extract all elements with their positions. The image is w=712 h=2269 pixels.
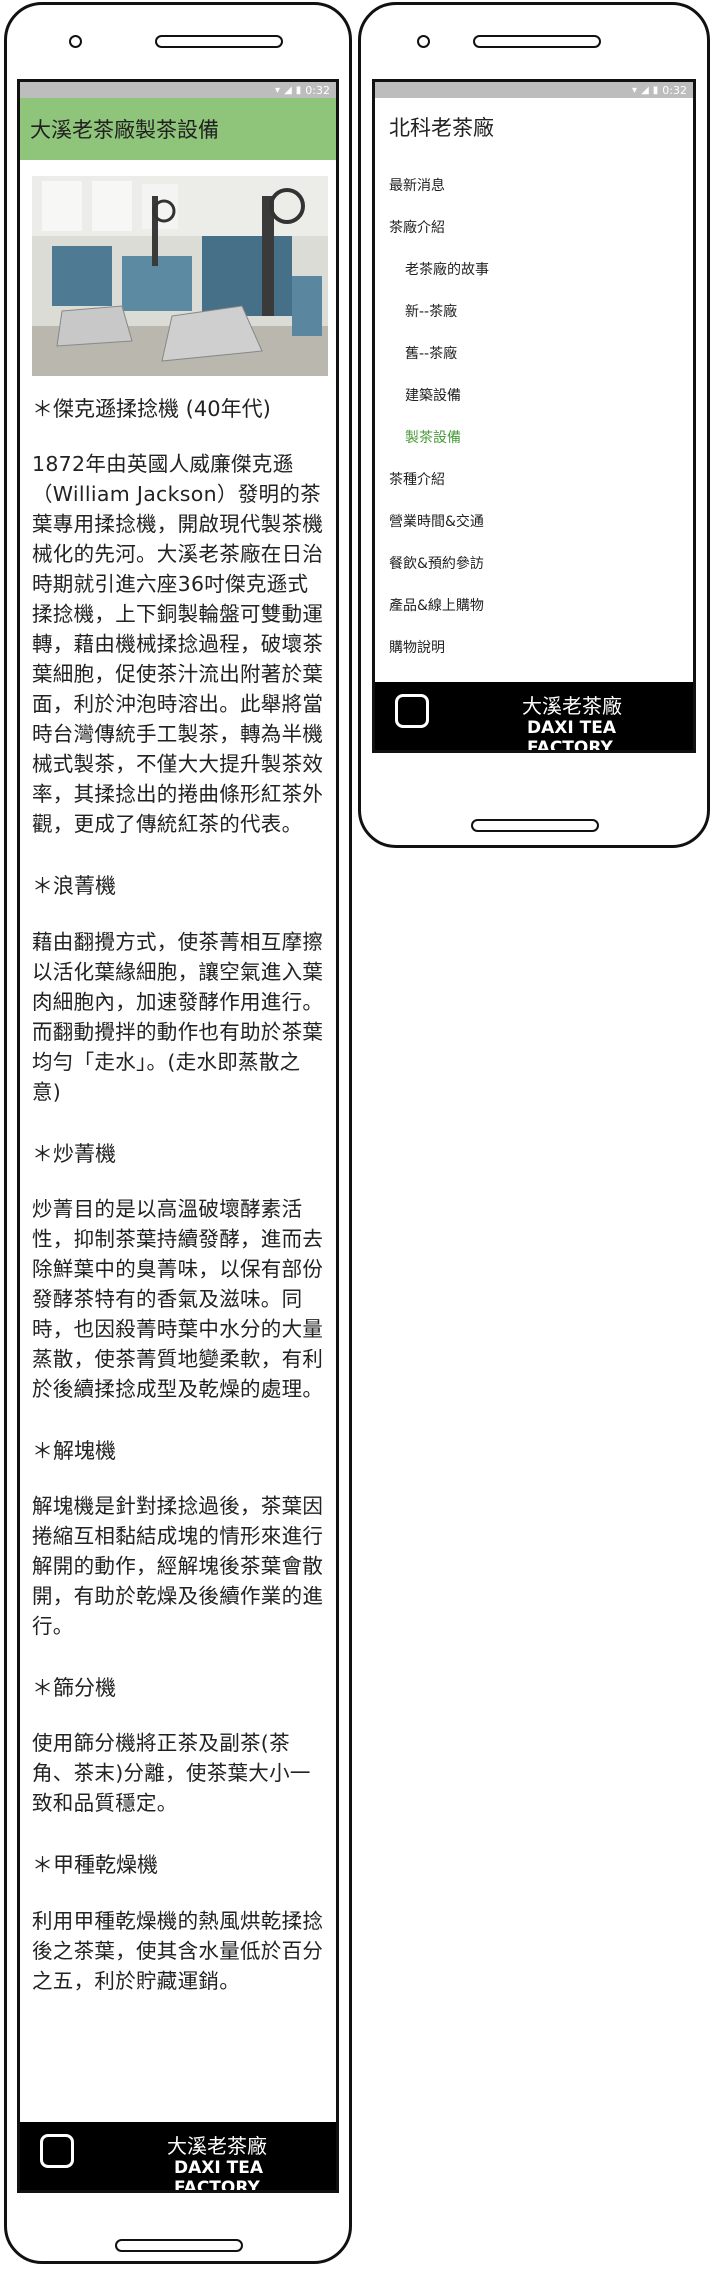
status-time: 0:32 xyxy=(662,83,687,97)
footer-subtitle: DAXI TEA FACTORY xyxy=(527,718,616,753)
section-sieving-machine: ＊篩分機 使用篩分機將正茶及副茶(茶角、茶末)分離，使茶葉大小一致和品質穩定。 xyxy=(32,1675,324,1818)
footer-bar: 大溪老茶廠 DAXI TEA FACTORY xyxy=(375,682,693,750)
nav-item-tea-equipment[interactable]: 製茶設備 xyxy=(389,416,679,458)
battery-icon: ▮ xyxy=(652,84,659,96)
camera-icon xyxy=(69,35,82,48)
nav-item-building-facilities[interactable]: 建築設備 xyxy=(389,374,679,416)
section-title: ＊甲種乾燥機 xyxy=(32,1853,158,1878)
home-indicator xyxy=(115,2239,243,2252)
section-body: 使用篩分機將正茶及副茶(茶角、茶末)分離，使茶葉大小一致和品質穩定。 xyxy=(32,1731,311,1816)
section-title: ＊炒菁機 xyxy=(32,1141,116,1166)
camera-icon xyxy=(417,35,430,48)
nav-item-new-factory[interactable]: 新--茶廠 xyxy=(389,290,679,332)
section-body: 解塊機是針對揉捻過後，茶葉因捲縮互相黏結成塊的情形來進行解開的動作，經解塊後茶葉… xyxy=(32,1494,324,1639)
footer-title: 大溪老茶廠 xyxy=(167,2134,267,2158)
page-title: 大溪老茶廠製茶設備 xyxy=(30,118,219,142)
nav-item-dining-booking[interactable]: 餐飲&預約參訪 xyxy=(389,542,679,584)
section-pan-firing-machine: ＊炒菁機 炒菁目的是以高溫破壞酵素活性，抑制茶葉持續發酵，進而去除鮮葉中的臭菁味… xyxy=(32,1141,324,1404)
wifi-icon: ▾ xyxy=(632,84,638,96)
main-content[interactable]: ＊傑克遜揉捻機 (40年代) 1872年由英國人威廉傑克遜（William Ja… xyxy=(20,160,336,1996)
footer-subtitle: DAXI TEA FACTORY xyxy=(174,2158,263,2193)
screen-left: ▾ ◢ ▮ 0:32 大溪老茶廠製茶設備 ＊傑克遜揉捻機 (40年代) 1872… xyxy=(17,79,339,2193)
section-title: ＊浪菁機 xyxy=(32,874,116,899)
nav-item-hours-transport[interactable]: 營業時間&交通 xyxy=(389,500,679,542)
section-withering-machine: ＊浪菁機 藉由翻攪方式，使茶菁相互摩擦以活化葉緣細胞，讓空氣進入葉肉細胞內，加速… xyxy=(32,873,324,1106)
status-time: 0:32 xyxy=(305,83,330,97)
section-body: 1872年由英國人威廉傑克遜（William Jackson）發明的茶葉專用揉捻… xyxy=(32,452,324,837)
section-jackson-roller: ＊傑克遜揉捻機 (40年代) 1872年由英國人威廉傑克遜（William Ja… xyxy=(32,396,324,839)
wifi-icon: ▾ xyxy=(275,84,281,96)
nav-item-old-factory[interactable]: 舊--茶廠 xyxy=(389,332,679,374)
section-body: 藉由翻攪方式，使茶菁相互摩擦以活化葉緣細胞，讓空氣進入葉肉細胞內，加速發酵作用進… xyxy=(32,929,324,1104)
nav-item-shopping-guide[interactable]: 購物說明 xyxy=(389,626,679,668)
footer-bar: 大溪老茶廠 DAXI TEA FACTORY xyxy=(20,2122,336,2190)
drawer-title: 北科老茶廠 xyxy=(389,116,494,140)
menu-toggle-button[interactable] xyxy=(395,694,429,728)
nav-drawer: 北科老茶廠 最新消息 茶廠介紹 老茶廠的故事 新--茶廠 舊--茶廠 建築設備 … xyxy=(375,112,693,710)
nav-item-factory-story[interactable]: 老茶廠的故事 xyxy=(389,248,679,290)
nav-item-news[interactable]: 最新消息 xyxy=(389,164,679,206)
nav-item-products-shop[interactable]: 產品&線上購物 xyxy=(389,584,679,626)
battery-icon: ▮ xyxy=(295,84,302,96)
menu-toggle-button[interactable] xyxy=(40,2134,74,2168)
nav-list: 最新消息 茶廠介紹 老茶廠的故事 新--茶廠 舊--茶廠 建築設備 製茶設備 茶… xyxy=(389,164,679,710)
home-indicator xyxy=(471,819,599,832)
screen-right: ▾ ◢ ▮ 0:32 北科老茶廠 最新消息 茶廠介紹 老茶廠的故事 新--茶廠 … xyxy=(372,79,696,753)
section-body: 炒菁目的是以高溫破壞酵素活性，抑制茶葉持續發酵，進而去除鮮葉中的臭菁味，以保有部… xyxy=(32,1196,324,1401)
section-title: ＊傑克遜揉捻機 (40年代) xyxy=(32,397,271,421)
nav-item-factory-intro[interactable]: 茶廠介紹 xyxy=(389,206,679,248)
signal-icon: ◢ xyxy=(284,84,292,96)
nav-item-tea-varieties[interactable]: 茶種介紹 xyxy=(389,458,679,500)
app-bar: 大溪老茶廠製茶設備 xyxy=(20,98,336,160)
status-bar: ▾ ◢ ▮ 0:32 xyxy=(20,82,336,98)
status-bar: ▾ ◢ ▮ 0:32 xyxy=(375,82,693,98)
section-breaker-machine: ＊解塊機 解塊機是針對揉捻過後，茶葉因捲縮互相黏結成塊的情形來進行解開的動作，經… xyxy=(32,1438,324,1641)
section-dryer-machine: ＊甲種乾燥機 利用甲種乾燥機的熱風烘乾揉捻後之茶葉，使其含水量低於百分之五，利於… xyxy=(32,1852,324,1995)
photo-illustration xyxy=(32,176,328,376)
section-title: ＊解塊機 xyxy=(32,1438,116,1463)
speaker-grille xyxy=(155,35,283,48)
speaker-grille xyxy=(473,35,601,48)
footer-title: 大溪老茶廠 xyxy=(522,694,622,718)
section-title: ＊篩分機 xyxy=(32,1676,116,1701)
signal-icon: ◢ xyxy=(641,84,649,96)
phone-frame-right: ▾ ◢ ▮ 0:32 北科老茶廠 最新消息 茶廠介紹 老茶廠的故事 新--茶廠 … xyxy=(358,2,710,848)
phone-frame-left: ▾ ◢ ▮ 0:32 大溪老茶廠製茶設備 ＊傑克遜揉捻機 (40年代) 1872… xyxy=(4,2,352,2264)
section-body: 利用甲種乾燥機的熱風烘乾揉捻後之茶葉，使其含水量低於百分之五，利於貯藏運銷。 xyxy=(32,1908,324,1993)
tea-machines-photo xyxy=(32,176,328,376)
